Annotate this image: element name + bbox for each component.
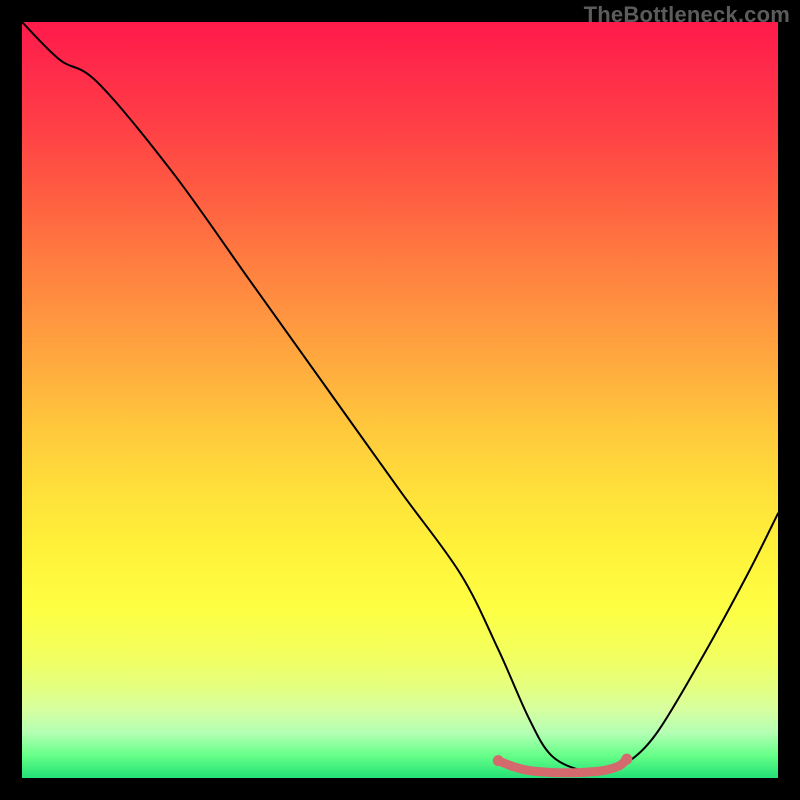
plot-area [22,22,778,778]
trough-end-dot [493,755,504,766]
trough-end-dot [621,754,632,765]
chart-svg [22,22,778,778]
curve-line [22,22,778,772]
chart-frame: TheBottleneck.com [0,0,800,800]
trough-marker [498,759,627,773]
